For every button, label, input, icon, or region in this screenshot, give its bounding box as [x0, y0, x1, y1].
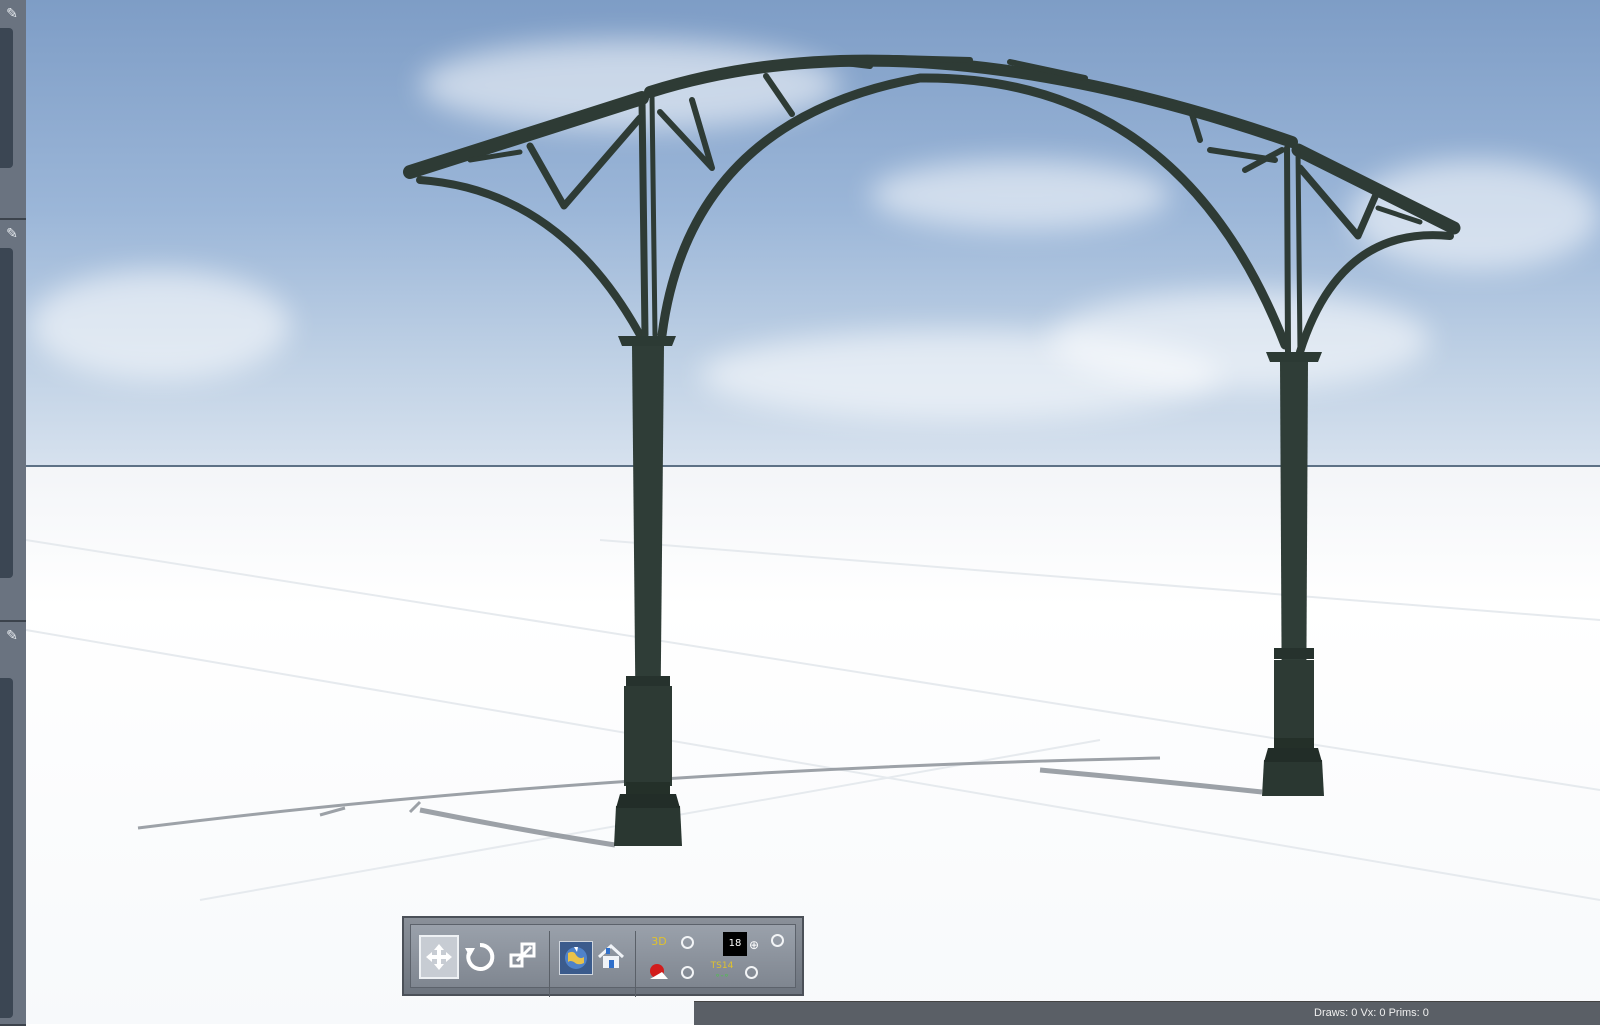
arch-structure[interactable]: [0, 0, 1600, 1024]
right-column: [1262, 352, 1324, 796]
globe-icon: [565, 947, 587, 969]
move-icon: [426, 944, 452, 970]
home-icon: [597, 943, 625, 968]
render-stats: Draws: 0 Vx: 0 Prims: 0: [1314, 1007, 1429, 1019]
home-button[interactable]: [595, 941, 627, 973]
move-button[interactable]: [419, 935, 459, 979]
lock-icon[interactable]: ⊕: [747, 937, 761, 953]
rotate-icon: [465, 942, 495, 971]
toolbar-separator: [635, 931, 636, 997]
arch-frame: [403, 54, 1461, 356]
ts-label: TS14: [710, 961, 734, 971]
toolbar-separator: [549, 931, 550, 997]
terrain-icon: [650, 964, 668, 979]
pin-icon[interactable]: ✎: [2, 224, 22, 244]
dock-panel-tab[interactable]: [0, 678, 13, 1018]
lock-radio[interactable]: [771, 934, 784, 947]
resize-icon: [509, 942, 536, 968]
dock-panel: ✎: [0, 220, 26, 622]
arch-shadow: [137, 756, 1263, 848]
dock-panel-tab[interactable]: [0, 28, 13, 168]
dock-panel: ✎: [0, 0, 26, 220]
status-bar: Draws: 0 Vx: 0 Prims: 0: [694, 1001, 1600, 1025]
3d-viewport[interactable]: [0, 0, 1600, 1024]
mode-3d-radio[interactable]: [681, 936, 694, 949]
dock-panel: ✎: [0, 622, 26, 1026]
globe-button[interactable]: [559, 941, 593, 975]
scale-button[interactable]: [505, 937, 541, 973]
ts-signal-icon: ∘-∘: [714, 971, 730, 981]
left-column: [614, 336, 682, 846]
ground-grid: [25, 539, 1600, 901]
counter-box[interactable]: 18: [723, 932, 747, 956]
ts-radio[interactable]: [745, 966, 758, 979]
mode-3d-label: 3D: [651, 934, 667, 948]
pin-icon[interactable]: ✎: [2, 4, 22, 24]
rotate-button[interactable]: [461, 937, 499, 977]
terrain-radio[interactable]: [681, 966, 694, 979]
pin-icon[interactable]: ✎: [2, 626, 22, 646]
tool-palette-body: 3D 18 ⊕ TS14 ∘-∘: [410, 924, 796, 997]
left-dock: ✎ ✎ ✎: [0, 0, 26, 1026]
tool-palette: 3D 18 ⊕ TS14 ∘-∘: [402, 916, 804, 997]
ts-badge[interactable]: TS14 ∘-∘: [707, 959, 737, 983]
dock-panel-tab[interactable]: [0, 248, 13, 578]
terrain-button[interactable]: [647, 961, 671, 983]
mode-3d-badge[interactable]: 3D: [647, 931, 671, 951]
